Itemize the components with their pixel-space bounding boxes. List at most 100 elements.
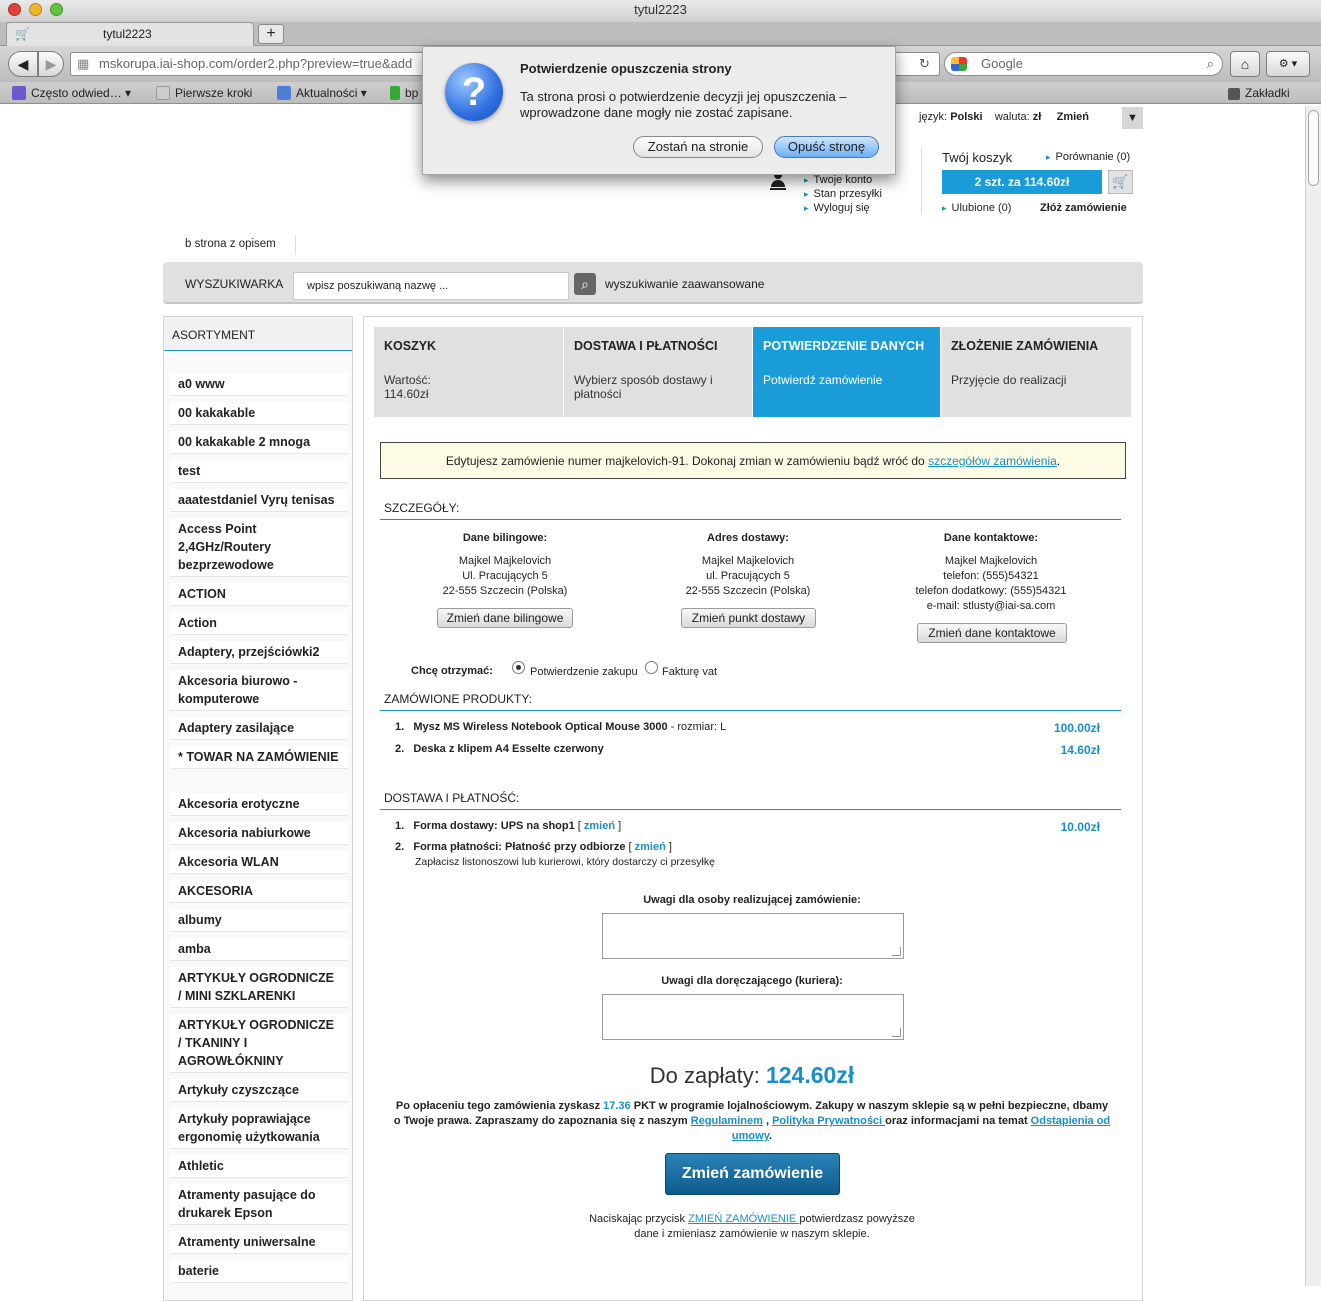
- cart-summary-button[interactable]: 2 szt. za 114.60zł: [942, 170, 1102, 194]
- compare-link[interactable]: Porównanie (0): [1046, 151, 1131, 163]
- products-divider: [380, 710, 1121, 711]
- favorites-link[interactable]: Ulubione (0): [942, 202, 1012, 214]
- category-item[interactable]: Atramenty uniwersalne: [170, 1231, 348, 1254]
- total-row: Do zapłaty: 124.60zł: [552, 1062, 952, 1089]
- category-item[interactable]: ARTYKUŁY OGRODNICZE / MINI SZKLARENKI: [170, 967, 348, 1008]
- category-item[interactable]: Akcesoria WLAN: [170, 851, 348, 874]
- question-icon: ?: [445, 63, 503, 121]
- category-item[interactable]: test: [170, 460, 348, 483]
- bookmark-most-visited[interactable]: Często odwied… ▾: [12, 82, 131, 104]
- bookmarks-menu[interactable]: Zakładki: [1228, 82, 1290, 104]
- notes-courier-textarea[interactable]: [602, 994, 904, 1040]
- invoice-option-label: Fakturę vat: [662, 666, 718, 678]
- receipt-radio[interactable]: [512, 661, 525, 674]
- change-delivery-point-button[interactable]: Zmień punkt dostawy: [681, 608, 816, 628]
- change-settings-link[interactable]: Zmień: [1057, 111, 1089, 123]
- tools-menu-button[interactable]: ⚙ ▾: [1266, 51, 1310, 77]
- product-name[interactable]: Mysz MS Wireless Notebook Optical Mouse …: [413, 721, 667, 733]
- step-cart[interactable]: KOSZYK Wartość: 114.60zł: [374, 327, 563, 417]
- category-item[interactable]: baterie: [170, 1260, 348, 1283]
- terms-link[interactable]: Regulaminem: [691, 1115, 763, 1127]
- search-submit-icon[interactable]: ⌕: [574, 273, 596, 295]
- category-item[interactable]: ACTION: [170, 583, 348, 606]
- change-shipping-link[interactable]: zmień: [584, 820, 615, 832]
- google-icon[interactable]: [951, 57, 967, 71]
- category-item[interactable]: Adaptery, przejściówki2: [170, 641, 348, 664]
- bookmark-bp[interactable]: bp: [390, 82, 418, 104]
- category-item[interactable]: Action: [170, 612, 348, 635]
- leave-page-dialog: ? Potwierdzenie opuszczenia strony Ta st…: [422, 46, 896, 175]
- category-item[interactable]: Akcesoria biurowo - komputerowe: [170, 670, 348, 711]
- category-item[interactable]: a0 www: [170, 373, 348, 396]
- leave-page-button[interactable]: Opuść stronę: [774, 136, 879, 158]
- advanced-search-link[interactable]: wyszukiwanie zaawansowane: [605, 277, 764, 291]
- bookmark-first-steps[interactable]: Pierwsze kroki: [156, 82, 252, 104]
- minimize-window-icon[interactable]: [29, 3, 42, 16]
- account-link[interactable]: Twoje konto: [804, 174, 873, 186]
- back-button[interactable]: ◀: [8, 51, 38, 77]
- window-titlebar: tytul2223: [0, 0, 1321, 22]
- category-item[interactable]: ARTYKUŁY OGRODNICZE / TKANINY I AGROWŁÓK…: [170, 1014, 348, 1073]
- settings-dropdown-button[interactable]: ▼: [1122, 107, 1143, 129]
- category-item[interactable]: 00 kakakable: [170, 402, 348, 425]
- category-item[interactable]: Adaptery zasilające: [170, 717, 348, 740]
- category-item[interactable]: 00 kakakable 2 mnoga: [170, 431, 348, 454]
- change-order-text-link[interactable]: ZMIEŃ ZAMÓWIENIE: [688, 1213, 799, 1225]
- details-heading: SZCZEGÓŁY:: [384, 501, 460, 515]
- place-order-link[interactable]: Złóż zamówienie: [1040, 202, 1127, 214]
- product-price: 14.60zł: [1060, 743, 1100, 757]
- category-item[interactable]: Akcesoria erotyczne: [170, 793, 348, 816]
- tab-active[interactable]: 🛒 tytul2223: [6, 22, 254, 46]
- category-item[interactable]: albumy: [170, 909, 348, 932]
- billing-block: Dane bilingowe: Majkel Majkelovich Ul. P…: [442, 532, 568, 597]
- search-icon[interactable]: ⌕: [1207, 53, 1214, 75]
- privacy-policy-link[interactable]: Polityka Prywatności: [772, 1115, 885, 1127]
- search-bar[interactable]: Google ⌕: [944, 52, 1223, 76]
- delivery-divider: [380, 809, 1121, 810]
- product-row: 2. Deska z klipem A4 Esselte czerwony: [395, 743, 604, 755]
- home-button[interactable]: ⌂: [1230, 51, 1260, 77]
- change-contact-button[interactable]: Zmień dane kontaktowe: [917, 623, 1067, 643]
- notes-realizer-textarea[interactable]: [602, 913, 904, 959]
- category-item[interactable]: Artykuły czyszczące: [170, 1079, 348, 1102]
- change-order-button[interactable]: Zmień zamówienie: [665, 1153, 840, 1195]
- invoice-radio[interactable]: [645, 661, 658, 674]
- sidebar-title: ASORTYMENT: [164, 317, 352, 351]
- page-link[interactable]: b strona z opisem: [185, 238, 276, 250]
- vertical-scrollbar[interactable]: [1305, 106, 1321, 1286]
- menu-divider: [295, 235, 296, 255]
- payment-method-row: 2. Forma płatności: Płatność przy odbior…: [395, 841, 672, 853]
- scrollbar-thumb[interactable]: [1308, 110, 1319, 186]
- header-divider: [921, 148, 922, 214]
- category-item[interactable]: * TOWAR NA ZAMÓWIENIE: [170, 746, 348, 769]
- stay-on-page-button[interactable]: Zostań na stronie: [633, 136, 763, 158]
- zoom-window-icon[interactable]: [50, 3, 63, 16]
- category-item[interactable]: Atramenty pasujące do drukarek Epson: [170, 1184, 348, 1225]
- category-item[interactable]: amba: [170, 938, 348, 961]
- category-item[interactable]: aaatestdaniel Vyrų tenisas: [170, 489, 348, 512]
- dialog-title: Potwierdzenie opuszczenia strony: [520, 61, 732, 76]
- change-payment-link[interactable]: zmień: [635, 841, 666, 853]
- step-delivery-payment[interactable]: DOSTAWA I PŁATNOŚCI Wybierz sposób dostaw…: [564, 327, 752, 417]
- shipment-status-link[interactable]: Stan przesyłki: [804, 188, 882, 200]
- category-item[interactable]: AKCESORIA: [170, 880, 348, 903]
- cart-icon[interactable]: 🛒: [1108, 170, 1133, 194]
- bookmark-news[interactable]: Aktualności ▾: [277, 82, 367, 104]
- category-item[interactable]: Access Point 2,4GHz/Routery bezprzewodow…: [170, 518, 348, 577]
- order-details-link[interactable]: szczegółów zamówienia: [928, 454, 1057, 468]
- product-name[interactable]: Deska z klipem A4 Esselte czerwony: [413, 743, 603, 755]
- search-placeholder: Google: [981, 56, 1023, 71]
- category-item[interactable]: Athletic: [170, 1155, 348, 1178]
- step-place-order: ZŁOŻENIE ZAMÓWIENIA Przyjęcie do realizac…: [941, 327, 1131, 417]
- forward-button[interactable]: ▶: [38, 51, 64, 77]
- folder-icon: [12, 86, 26, 100]
- change-billing-button[interactable]: Zmień dane bilingowe: [437, 608, 573, 628]
- receive-label: Chcę otrzymać:: [411, 665, 493, 677]
- new-tab-button[interactable]: +: [258, 24, 284, 44]
- category-item[interactable]: Artykuły poprawiające ergonomię użytkowa…: [170, 1108, 348, 1149]
- category-item[interactable]: Akcesoria nabiurkowe: [170, 822, 348, 845]
- close-window-icon[interactable]: [8, 3, 21, 16]
- reload-icon[interactable]: ↻: [919, 53, 930, 75]
- product-search-input[interactable]: wpisz poszukiwaną nazwę ...: [293, 272, 569, 300]
- logout-link[interactable]: Wyloguj się: [804, 202, 870, 214]
